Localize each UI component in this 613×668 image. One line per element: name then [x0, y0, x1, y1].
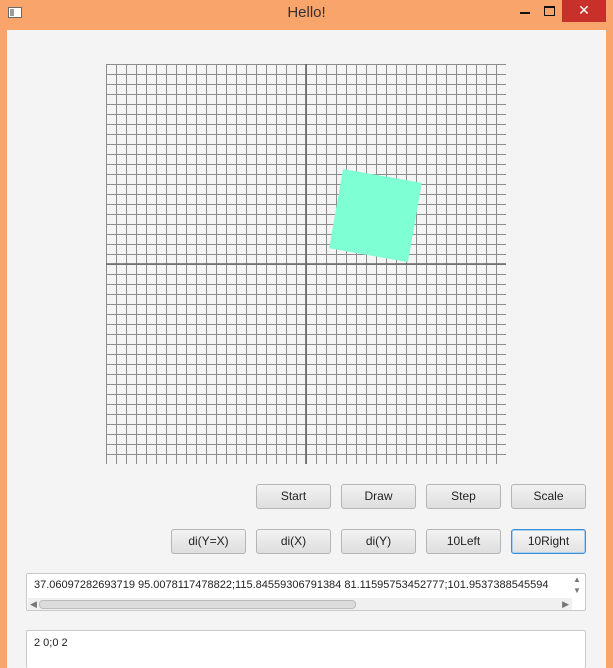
minimize-icon[interactable] — [512, 0, 538, 22]
rotate-10-right-button[interactable]: 10Right — [511, 529, 586, 554]
scale-button[interactable]: Scale — [511, 484, 586, 509]
scrollbar-thumb[interactable] — [39, 600, 356, 609]
horizontal-scrollbar[interactable]: ◀ ▶ — [28, 598, 572, 610]
app-window: Hello! ✕ Start Draw Step Scale di(Y=X) di(X)… — [0, 0, 613, 668]
matrix-input-field[interactable]: 2 0;0 2 — [26, 630, 586, 668]
close-icon[interactable]: ✕ — [562, 0, 606, 22]
vertical-scrollbar[interactable]: ▲ ▼ — [572, 575, 584, 597]
title-bar: Hello! ✕ — [0, 0, 613, 30]
points-output-text: 37.06097282693719 95.0078117478822;115.8… — [34, 579, 549, 591]
content-pane: Start Draw Step Scale di(Y=X) di(X) di(Y) 10Le… — [7, 30, 606, 668]
points-output-field[interactable]: 37.06097282693719 95.0078117478822;115.8… — [26, 573, 586, 611]
rotate-10-left-button[interactable]: 10Left — [426, 529, 501, 554]
scroll-left-icon[interactable]: ◀ — [30, 598, 37, 610]
start-button[interactable]: Start — [256, 484, 331, 509]
scroll-right-icon[interactable]: ▶ — [562, 598, 569, 610]
step-button[interactable]: Step — [426, 484, 501, 509]
drawing-canvas[interactable] — [106, 64, 506, 464]
scroll-down-icon[interactable]: ▼ — [573, 586, 581, 596]
grid-canvas — [106, 64, 506, 464]
maximize-icon[interactable] — [536, 0, 562, 22]
reflect-x-button[interactable]: di(X) — [256, 529, 331, 554]
matrix-input-text: 2 0;0 2 — [34, 637, 68, 649]
draw-button[interactable]: Draw — [341, 484, 416, 509]
reflect-y-equals-x-button[interactable]: di(Y=X) — [171, 529, 246, 554]
scroll-up-icon[interactable]: ▲ — [573, 575, 581, 585]
reflect-y-button[interactable]: di(Y) — [341, 529, 416, 554]
transformed-square — [329, 168, 422, 263]
